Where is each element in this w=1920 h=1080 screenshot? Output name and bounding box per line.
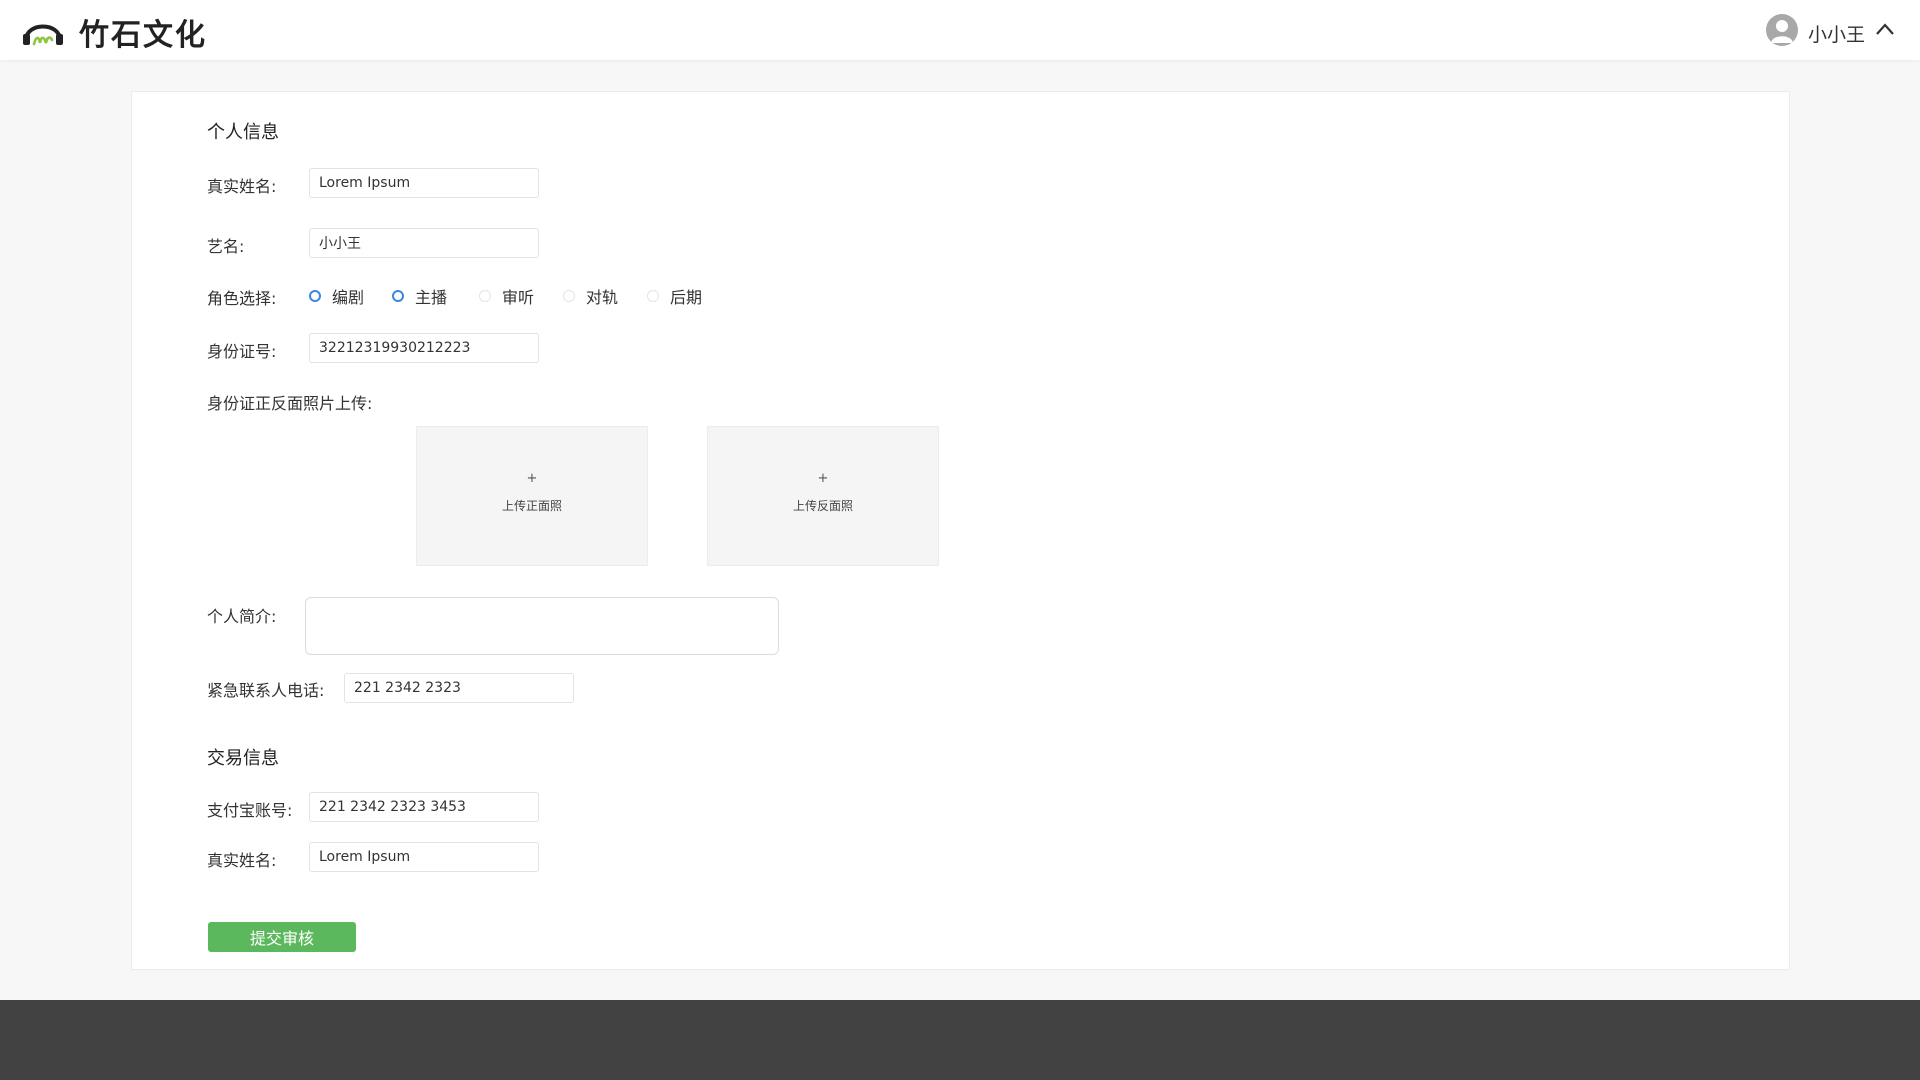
real-name-label: 真实姓名: [207,177,277,196]
id-upload-label: 身份证正反面照片上传: [207,394,373,413]
upload-front-text: 上传正面照 [501,499,562,513]
id-number-input[interactable] [309,333,539,363]
radio-circle-icon [563,290,575,302]
stage-name-input[interactable] [309,228,539,258]
radio-circle-icon [479,290,491,302]
username-label[interactable]: 小小王 [1808,20,1865,47]
upload-back-text: 上传反面照 [792,499,853,513]
role-option-label: 审听 [502,288,535,307]
upload-back-button[interactable]: + 上传反面照 [707,426,939,566]
role-option-label: 对轨 [586,288,619,307]
role-option-label: 后期 [670,288,703,307]
role-option-label: 编剧 [332,288,365,307]
upload-front-button[interactable]: + 上传正面照 [416,426,648,566]
role-radio-sync[interactable]: 对轨 [563,286,619,307]
radio-circle-icon [392,290,404,302]
bio-label: 个人简介: [207,607,277,626]
chevron-up-icon[interactable] [1874,20,1896,38]
user-avatar-icon[interactable] [1766,14,1798,46]
radio-circle-icon [647,290,659,302]
plus-icon: + [817,471,829,486]
stage-name-label: 艺名: [207,237,245,256]
trade-info-title: 交易信息 [207,748,279,769]
emergency-phone-input[interactable] [344,673,574,703]
top-header: 竹石文化 小小王 [0,0,1920,60]
role-radio-screenwriter[interactable]: 编剧 [309,286,365,307]
personal-info-title: 个人信息 [207,122,279,143]
trade-real-name-label: 真实姓名: [207,851,277,870]
id-number-label: 身份证号: [207,342,277,361]
plus-icon: + [526,471,538,486]
role-label: 角色选择: [207,289,277,308]
role-option-label: 主播 [415,288,448,307]
brand-name: 竹石文化 [79,18,207,53]
trade-real-name-input[interactable] [309,842,539,872]
page-footer [0,1000,1920,1080]
emergency-phone-label: 紧急联系人电话: [207,681,325,700]
radio-circle-icon [309,290,321,302]
submit-review-button[interactable]: 提交审核 [208,922,356,952]
headphones-logo-icon[interactable] [22,14,64,46]
real-name-input[interactable] [309,168,539,198]
profile-form-card [131,91,1790,970]
alipay-label: 支付宝账号: [207,801,293,820]
alipay-account-input[interactable] [309,792,539,822]
bio-textarea[interactable] [305,597,779,655]
role-radio-reviewer[interactable]: 审听 [479,286,535,307]
role-radio-post[interactable]: 后期 [647,286,703,307]
role-radio-host[interactable]: 主播 [392,286,448,307]
